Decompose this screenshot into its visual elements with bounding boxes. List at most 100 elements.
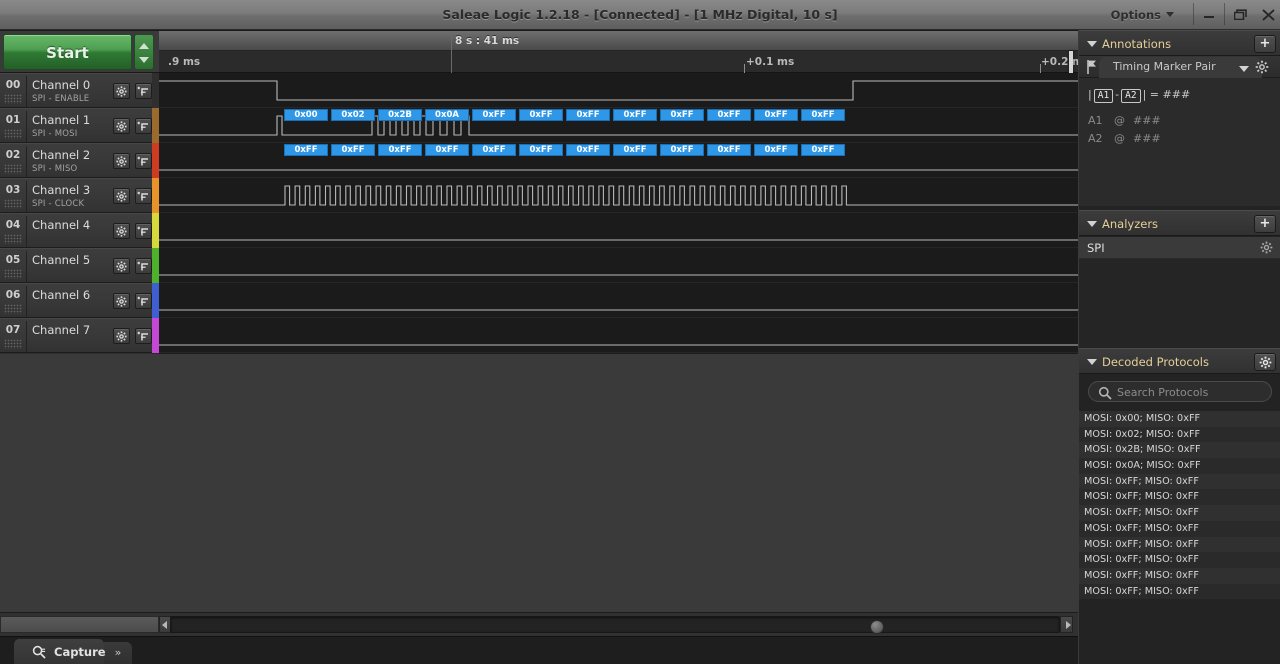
- channel-trigger-button[interactable]: [135, 258, 152, 274]
- restore-button[interactable]: [1225, 2, 1255, 27]
- scrollbar-track[interactable]: [170, 616, 1060, 634]
- start-capture-button[interactable]: Start: [3, 34, 132, 70]
- capture-settings-spinner[interactable]: [134, 34, 154, 70]
- decoded-value-bubble[interactable]: 0xFF: [754, 109, 798, 121]
- channel-row[interactable]: 01 Channel 1 SPI - MOSI: [0, 108, 152, 143]
- timeline-ruler[interactable]: 8 s : 41 ms .9 ms +0.1 ms +0.2 m: [159, 31, 1083, 73]
- protocol-row[interactable]: MOSI: 0xFF; MISO: 0xFF: [1079, 473, 1280, 490]
- waveform-row-channel-4[interactable]: [159, 213, 1078, 248]
- decoded-value-bubble[interactable]: 0xFF: [613, 109, 657, 121]
- channel-row[interactable]: 04 Channel 4: [0, 213, 152, 248]
- channel-settings-button[interactable]: [113, 118, 130, 134]
- protocol-row[interactable]: MOSI: 0xFF; MISO: 0xFF: [1079, 583, 1280, 600]
- protocol-row[interactable]: MOSI: 0xFF; MISO: 0xFF: [1079, 489, 1280, 506]
- decoded-value-bubble[interactable]: 0xFF: [519, 144, 563, 156]
- annotations-panel-header[interactable]: Annotations +: [1079, 30, 1280, 56]
- protocol-row[interactable]: MOSI: 0xFF; MISO: 0xFF: [1079, 567, 1280, 584]
- waveform-row-channel-1[interactable]: 0x00 0x02 0x2B 0x0A 0xFF 0xFF 0xFF 0xFF 0xFF 0xFF…: [159, 108, 1078, 143]
- protocol-row[interactable]: MOSI: 0xFF; MISO: 0xFF: [1079, 520, 1280, 537]
- minimize-button[interactable]: [1194, 2, 1224, 27]
- channel-settings-button[interactable]: [113, 153, 130, 169]
- channel-drag-handle[interactable]: [4, 269, 22, 279]
- decoded-value-bubble[interactable]: 0xFF: [660, 144, 704, 156]
- decoded-value-bubble[interactable]: 0xFF: [284, 144, 328, 156]
- decoded-value-bubble[interactable]: 0xFF: [331, 144, 375, 156]
- protocol-row[interactable]: MOSI: 0x02; MISO: 0xFF: [1079, 426, 1280, 443]
- waveform-row-channel-6[interactable]: [159, 283, 1078, 318]
- flag-icon[interactable]: [1086, 60, 1097, 74]
- decoded-value-bubble[interactable]: 0xFF: [754, 144, 798, 156]
- decoded-value-bubble[interactable]: 0xFF: [566, 144, 610, 156]
- channel-settings-button[interactable]: [113, 293, 130, 309]
- decoded-value-bubble[interactable]: 0x02: [331, 109, 375, 121]
- decoded-value-bubble[interactable]: 0xFF: [707, 144, 751, 156]
- decoded-value-bubble[interactable]: 0xFF: [472, 109, 516, 121]
- decoded-value-bubble[interactable]: 0x0A: [425, 109, 469, 121]
- channel-settings-button[interactable]: [113, 328, 130, 344]
- gear-icon[interactable]: [1260, 241, 1273, 254]
- channel-settings-button[interactable]: [113, 83, 130, 99]
- channel-settings-button[interactable]: [113, 188, 130, 204]
- collapse-triangle-icon[interactable]: [1087, 41, 1097, 47]
- tab-overflow-button[interactable]: »: [104, 642, 132, 664]
- protocol-results-list[interactable]: MOSI: 0x00; MISO: 0xFF MOSI: 0x02; MISO: …: [1079, 411, 1280, 600]
- close-button[interactable]: [1253, 2, 1280, 27]
- options-menu-button[interactable]: Options: [1105, 6, 1180, 25]
- search-input[interactable]: [1117, 382, 1267, 403]
- channel-drag-handle[interactable]: [4, 339, 22, 349]
- decoded-protocols-settings-button[interactable]: [1254, 353, 1276, 371]
- caret-down-icon[interactable]: [139, 57, 149, 63]
- channel-trigger-button[interactable]: [135, 223, 152, 239]
- decoded-protocols-header[interactable]: Decoded Protocols: [1079, 348, 1280, 374]
- channel-drag-handle[interactable]: [4, 234, 22, 244]
- channel-trigger-button[interactable]: [135, 328, 152, 344]
- protocol-search-box[interactable]: [1088, 381, 1272, 403]
- analyzers-panel-header[interactable]: Analyzers +: [1079, 210, 1280, 236]
- collapse-triangle-icon[interactable]: [1087, 221, 1097, 227]
- chevron-down-icon[interactable]: [1239, 66, 1249, 72]
- decoded-value-bubble[interactable]: 0xFF: [425, 144, 469, 156]
- decoded-value-bubble[interactable]: 0xFF: [801, 144, 845, 156]
- add-analyzer-button[interactable]: +: [1254, 215, 1276, 233]
- analyzer-item-spi[interactable]: SPI: [1079, 237, 1280, 259]
- waveform-display[interactable]: 0x00 0x02 0x2B 0x0A 0xFF 0xFF 0xFF 0xFF 0xFF 0xFF…: [159, 73, 1078, 354]
- decoded-value-bubble[interactable]: 0x00: [284, 109, 328, 121]
- channel-trigger-button[interactable]: [135, 83, 152, 99]
- decoded-value-bubble[interactable]: 0xFF: [660, 109, 704, 121]
- add-annotation-button[interactable]: +: [1254, 35, 1276, 53]
- channel-settings-button[interactable]: [113, 258, 130, 274]
- decoded-value-bubble[interactable]: 0x2B: [378, 109, 422, 121]
- timeline-cursor[interactable]: [1069, 51, 1073, 73]
- channel-drag-handle[interactable]: [4, 199, 22, 209]
- waveform-row-channel-0[interactable]: [159, 73, 1078, 108]
- channel-trigger-button[interactable]: [135, 293, 152, 309]
- scroll-right-button[interactable]: [1060, 616, 1073, 633]
- channel-drag-handle[interactable]: [4, 94, 22, 104]
- waveform-row-channel-7[interactable]: [159, 318, 1078, 353]
- channel-drag-handle[interactable]: [4, 164, 22, 174]
- scrollbar-thumb[interactable]: [870, 620, 884, 634]
- channel-trigger-button[interactable]: [135, 153, 152, 169]
- decoded-value-bubble[interactable]: 0xFF: [613, 144, 657, 156]
- waveform-row-channel-3[interactable]: [159, 178, 1078, 213]
- protocol-row[interactable]: MOSI: 0xFF; MISO: 0xFF: [1079, 505, 1280, 521]
- decoded-value-bubble[interactable]: 0xFF: [378, 144, 422, 156]
- decoded-value-bubble[interactable]: 0xFF: [566, 109, 610, 121]
- channel-row[interactable]: 03 Channel 3 SPI - CLOCK: [0, 178, 152, 213]
- channel-trigger-button[interactable]: [135, 118, 152, 134]
- protocol-row[interactable]: MOSI: 0x2B; MISO: 0xFF: [1079, 442, 1280, 459]
- protocol-row[interactable]: MOSI: 0xFF; MISO: 0xFF: [1079, 536, 1280, 553]
- decoded-value-bubble[interactable]: 0xFF: [707, 109, 751, 121]
- waveform-row-channel-5[interactable]: [159, 248, 1078, 283]
- channel-drag-handle[interactable]: [4, 304, 22, 314]
- channel-settings-button[interactable]: [113, 223, 130, 239]
- channel-drag-handle[interactable]: [4, 129, 22, 139]
- channel-row[interactable]: 06 Channel 6: [0, 283, 152, 318]
- channel-trigger-button[interactable]: [135, 188, 152, 204]
- horizontal-scrollbar[interactable]: [0, 612, 1078, 636]
- decoded-value-bubble[interactable]: 0xFF: [801, 109, 845, 121]
- gear-icon[interactable]: [1255, 60, 1269, 74]
- collapse-triangle-icon[interactable]: [1087, 359, 1097, 365]
- protocol-row[interactable]: MOSI: 0x0A; MISO: 0xFF: [1079, 458, 1280, 474]
- protocol-row[interactable]: MOSI: 0x00; MISO: 0xFF: [1079, 411, 1280, 427]
